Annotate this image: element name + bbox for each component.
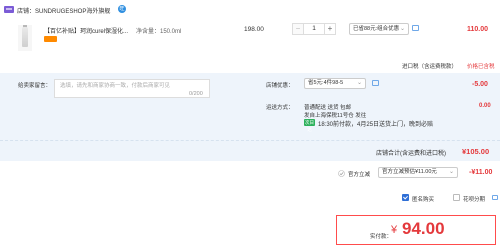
tax-label: 进口税（含运费税款）: [402, 64, 458, 70]
shipping-fee: 0.00: [479, 103, 491, 109]
anonymous-checkbox[interactable]: [402, 194, 409, 201]
chevron-down-icon: ⌄: [399, 26, 405, 32]
product-row: [0, 18, 500, 58]
quantity-decrease-button[interactable]: −: [292, 23, 304, 35]
seller-note-label: 给卖家留言：: [18, 83, 52, 89]
installment-info-icon[interactable]: [492, 195, 498, 200]
anonymous-label[interactable]: 匿名购买: [412, 195, 434, 203]
shop-discount-select[interactable]: 省5元:4件98-5 ⌄: [304, 78, 366, 89]
platform-discount-select[interactable]: 官方立减预估¥11.00元 ⌄: [378, 167, 458, 178]
product-title[interactable]: 【百亿补贴】珂润curel保湿化...: [44, 26, 128, 35]
product-image[interactable]: [18, 25, 32, 51]
quantity-increase-button[interactable]: +: [324, 23, 336, 35]
shop-discount-value: -5.00: [472, 81, 488, 88]
installment-checkbox[interactable]: [453, 194, 460, 201]
store-subtotal-label: 店铺合计(含运费和进口税): [376, 151, 446, 157]
shipping-method: 普通配送 送货 包邮: [304, 105, 352, 111]
store-icon: [4, 6, 14, 13]
quantity-input[interactable]: 1: [304, 23, 324, 35]
platform-discount-select-value: 官方立减预估¥11.00元: [382, 169, 437, 175]
chat-seller-icon[interactable]: 旺: [118, 5, 126, 13]
tax-value: 价格已含税: [467, 64, 495, 70]
product-spec: 净含量：150.0ml: [136, 29, 182, 35]
check-icon[interactable]: [338, 170, 345, 177]
shipping-origin: 发自上海保税11号仓 发往: [304, 113, 367, 119]
shop-discount-label: 店铺优惠：: [266, 83, 294, 89]
store-name[interactable]: 店铺：SUNDRUGESHOP海外旗舰: [17, 6, 110, 15]
subsidy-tag-icon: [44, 36, 57, 42]
shop-discount-select-value: 省5元:4件98-5: [308, 80, 344, 86]
line-total: 110.00: [467, 26, 489, 33]
promotion-select[interactable]: 已省88元:组合优惠 ⌄: [349, 23, 409, 35]
payment-currency: ¥: [391, 224, 398, 236]
installment-label[interactable]: 花呗分期: [463, 195, 485, 203]
platform-discount-label: 官方立减: [348, 172, 371, 178]
shop-discount-info-icon[interactable]: [372, 80, 379, 86]
store-subtotal-value: ¥105.00: [462, 147, 490, 156]
shipping-label: 运送方式：: [266, 105, 294, 111]
unit-price: 198.00: [244, 26, 264, 33]
seller-note-placeholder: 选填，请先和商家协商一致，付款后商家可见: [60, 83, 171, 89]
platform-discount-value: -¥11.00: [469, 169, 493, 176]
promotion-select-value: 已省88元:组合优惠: [353, 26, 400, 32]
chevron-down-icon: ⌄: [448, 169, 454, 175]
chevron-down-icon: ⌄: [356, 80, 362, 86]
payment-label: 实付款：: [370, 234, 393, 240]
delivery-eta: 18:30前付款，4月25日送货上门，晚到必赔: [318, 122, 434, 128]
seller-note-counter: 0/200: [189, 91, 203, 97]
next-day-badge: 次日达: [304, 119, 315, 132]
promotion-info-icon[interactable]: [412, 25, 419, 31]
payment-amount: 94.00: [402, 219, 445, 238]
